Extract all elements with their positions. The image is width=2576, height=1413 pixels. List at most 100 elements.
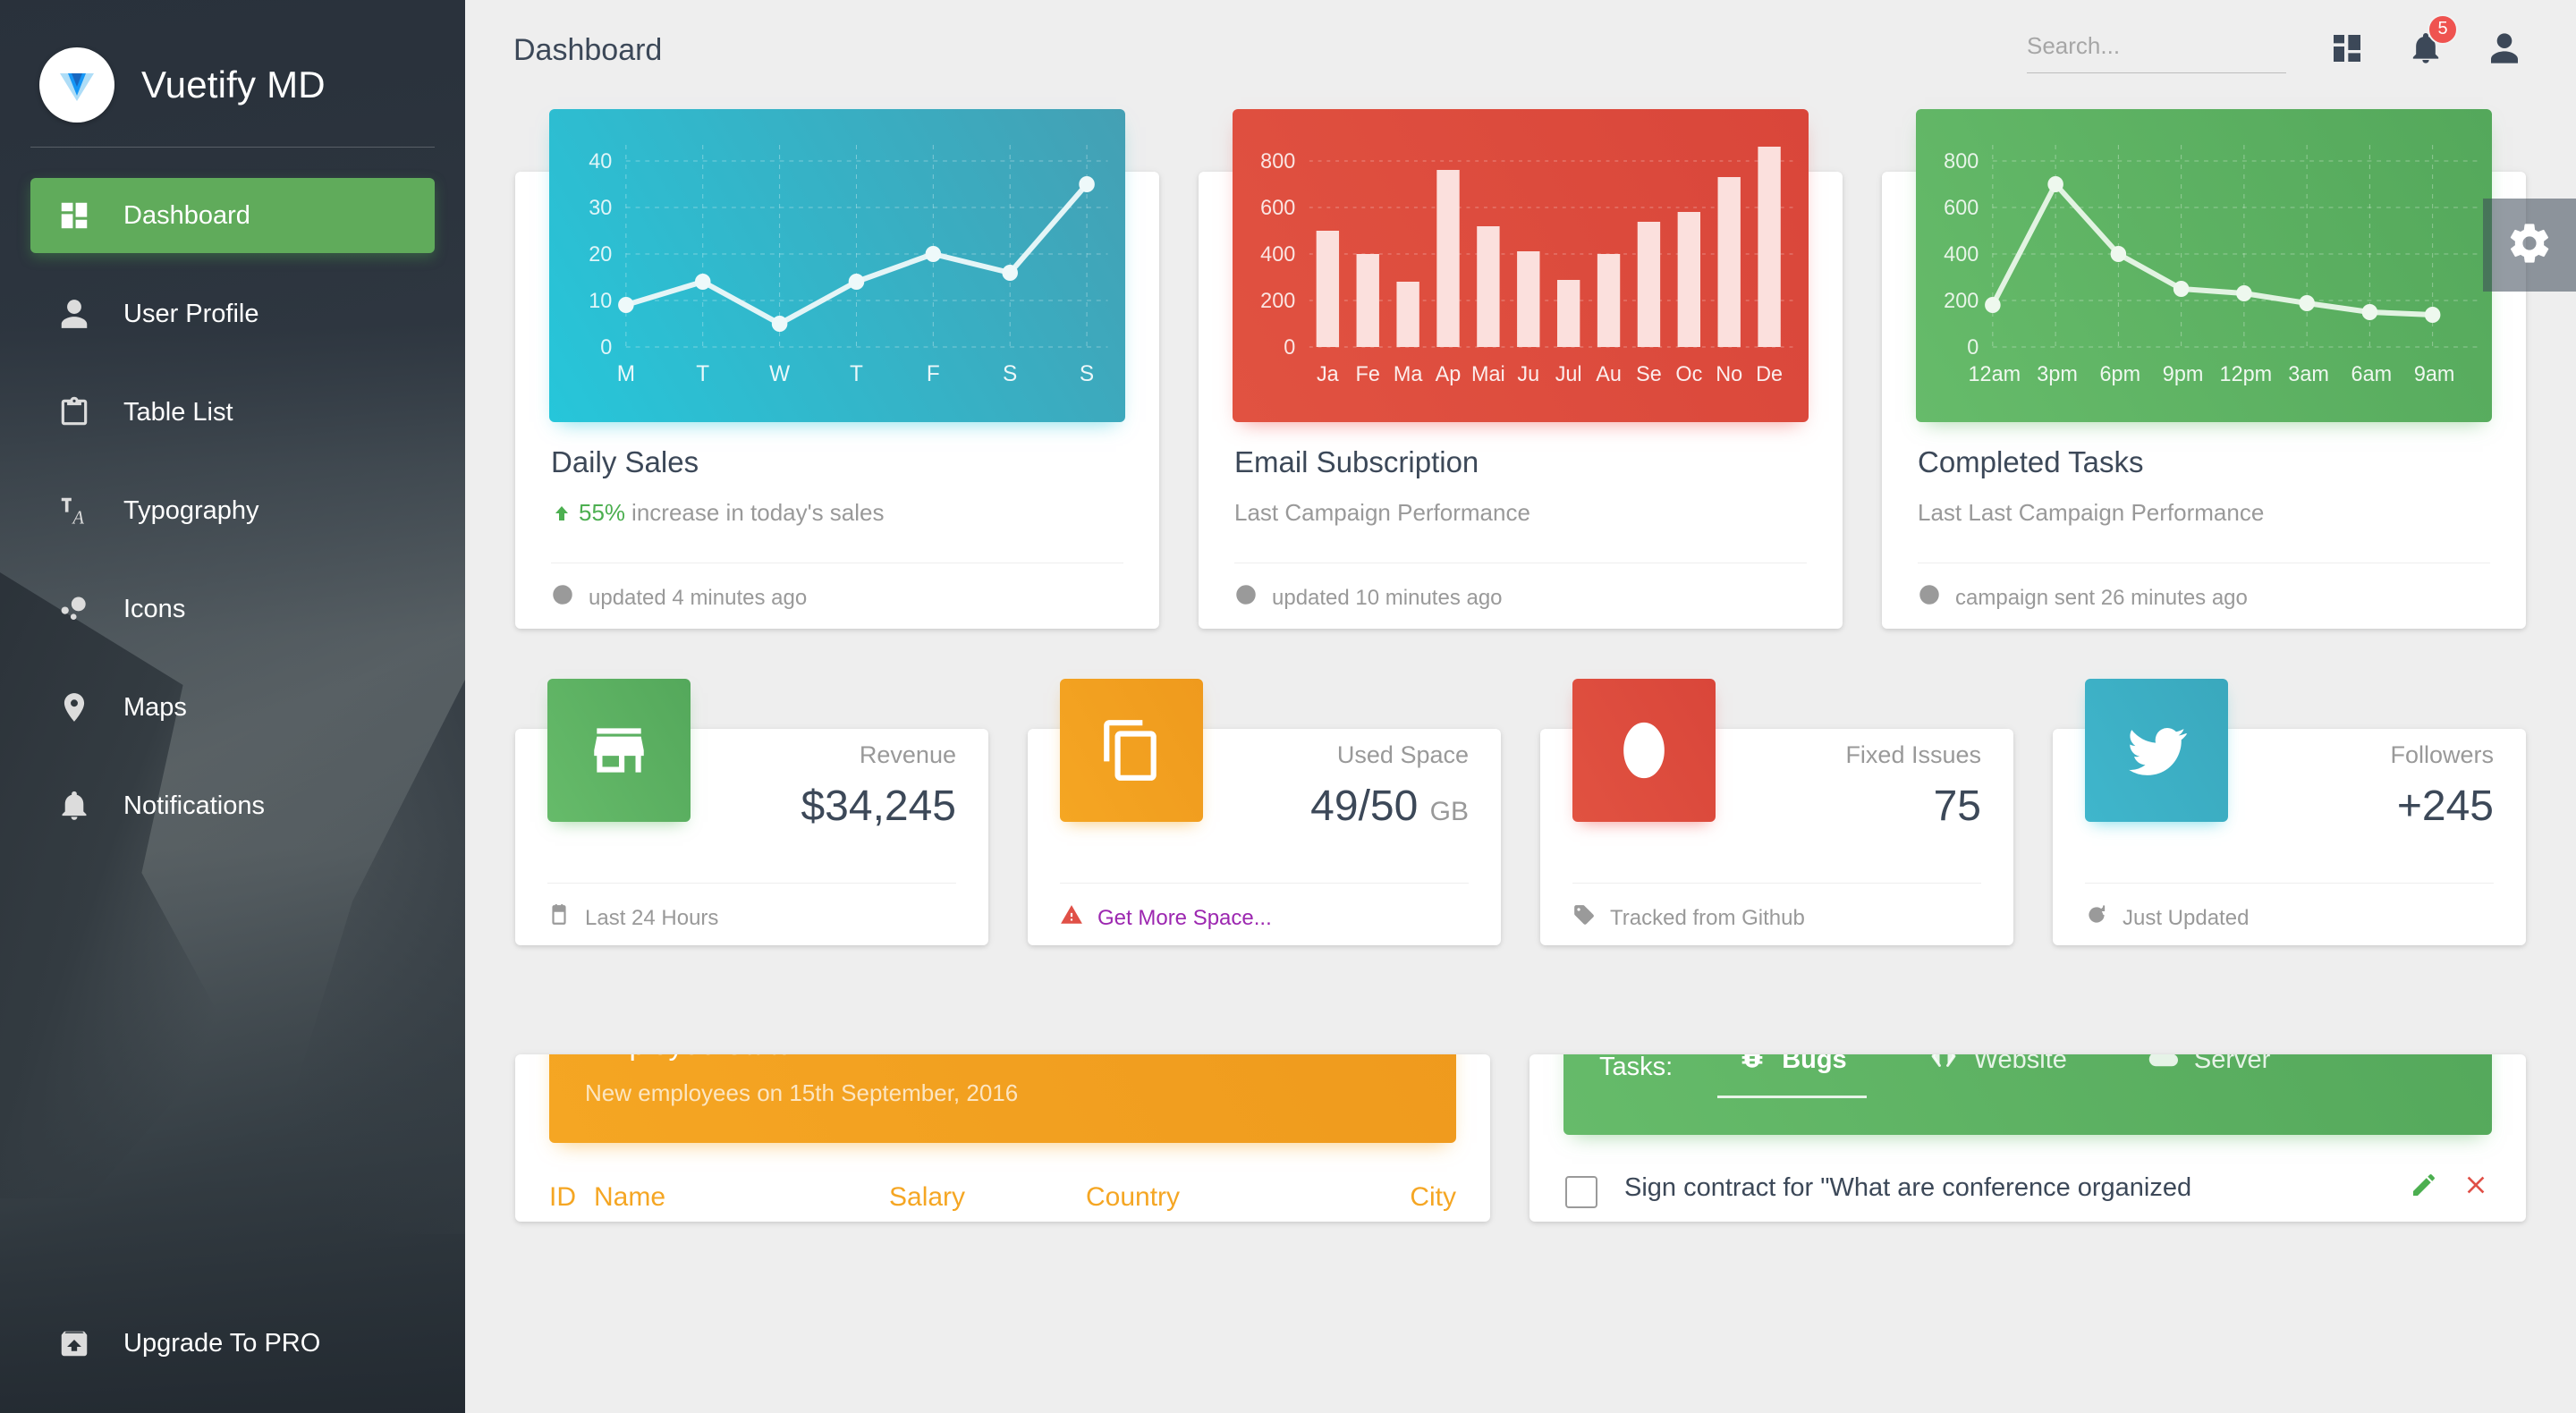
stat-footer: Tracked from Github xyxy=(1540,884,2013,933)
stat-card-row: Revenue $34,245 Last 24 Hours Used Space… xyxy=(515,679,2526,945)
person-icon xyxy=(57,297,106,331)
stat-footer: Last 24 Hours xyxy=(515,884,988,933)
svg-text:0: 0 xyxy=(600,336,612,360)
search-input[interactable] xyxy=(2027,27,2286,73)
store-icon xyxy=(547,679,691,822)
svg-text:M: M xyxy=(617,362,635,386)
notifications-button[interactable]: 5 xyxy=(2408,13,2458,71)
notification-badge: 5 xyxy=(2428,13,2458,45)
close-icon[interactable] xyxy=(2462,1171,2490,1204)
tab-website[interactable]: Website xyxy=(1908,1054,2087,1099)
sidebar-item-maps[interactable]: Maps xyxy=(30,670,435,745)
svg-text:3pm: 3pm xyxy=(2037,363,2078,386)
column-header-id[interactable]: ID xyxy=(515,1182,585,1222)
brand[interactable]: Vuetify MD xyxy=(0,0,465,132)
svg-text:T: T xyxy=(850,362,863,386)
column-header-city[interactable]: City xyxy=(1327,1182,1490,1222)
card-fixed-issues: Fixed Issues 75 Tracked from Github xyxy=(1540,679,2013,945)
column-header-salary[interactable]: Salary xyxy=(880,1182,1077,1222)
stat-number: 75 xyxy=(1933,783,1981,830)
card-daily-sales: 40 30 20 10 0 M T W T F S S Daily Sales … xyxy=(515,109,1159,629)
clock-icon xyxy=(1234,583,1258,613)
daily-sales-chart[interactable]: 40 30 20 10 0 M T W T F S S xyxy=(549,109,1125,422)
sidebar-item-user-profile[interactable]: User Profile xyxy=(30,276,435,351)
svg-text:De: De xyxy=(1756,363,1783,386)
stat-label: Used Space xyxy=(1336,741,1469,768)
main-content: Dashboard 5 xyxy=(465,0,2576,1413)
svg-text:0: 0 xyxy=(1967,336,1979,360)
stat-footer-text: Last 24 Hours xyxy=(585,905,719,930)
svg-text:9pm: 9pm xyxy=(2163,363,2204,386)
stat-label: Fixed Issues xyxy=(1845,741,1981,768)
dashboard-app: Vuetify MD Dashboard User Profile Table … xyxy=(0,0,2576,1413)
tab-label: Website xyxy=(1973,1054,2067,1074)
tab-bugs[interactable]: Bugs xyxy=(1717,1054,1867,1098)
svg-text:600: 600 xyxy=(1260,197,1295,220)
sidebar: Vuetify MD Dashboard User Profile Table … xyxy=(0,0,465,1413)
card-footer: updated 10 minutes ago xyxy=(1199,563,1843,613)
stat-label: Revenue xyxy=(859,741,956,768)
edit-icon[interactable] xyxy=(2410,1171,2438,1204)
svg-text:Jul: Jul xyxy=(1555,363,1582,386)
task-checkbox[interactable] xyxy=(1565,1176,1597,1208)
sidebar-item-label: Maps xyxy=(123,692,187,722)
completed-tasks-chart[interactable]: 800 600 400 200 0 12am 3pm 6pm 9pm 12pm … xyxy=(1916,109,2492,422)
warning-icon xyxy=(1060,903,1083,933)
svg-text:Mai: Mai xyxy=(1471,363,1505,386)
arrow-up-icon xyxy=(551,503,572,524)
apps-grid-button[interactable] xyxy=(2329,30,2365,71)
card-followers: Followers +245 Just Updated xyxy=(2053,679,2526,945)
stat-number: +245 xyxy=(2396,783,2494,830)
account-button[interactable] xyxy=(2487,30,2522,71)
svg-text:12pm: 12pm xyxy=(2220,363,2273,386)
clock-icon xyxy=(1918,583,1941,613)
tab-server[interactable]: Server xyxy=(2128,1054,2290,1099)
sidebar-item-upgrade-to-pro[interactable]: Upgrade To PRO xyxy=(30,1306,435,1381)
svg-text:200: 200 xyxy=(1260,290,1295,313)
card-footer: campaign sent 26 minutes ago xyxy=(1882,563,2526,613)
employee-table: ID Name Salary Country City xyxy=(515,1182,1490,1222)
line-chart-svg: 4030 2010 0 M T W T F S S xyxy=(589,145,1108,386)
svg-text:Ja: Ja xyxy=(1317,363,1340,386)
tag-icon xyxy=(1572,903,1596,933)
svg-text:12am: 12am xyxy=(1969,363,2021,386)
card-title: Email Subscription xyxy=(1234,445,1479,478)
stat-value: 49/50 GB xyxy=(1310,782,1469,831)
sidebar-item-typography[interactable]: A Typography xyxy=(30,473,435,548)
sidebar-item-icons[interactable]: Icons xyxy=(30,571,435,647)
svg-text:Ju: Ju xyxy=(1517,363,1539,386)
svg-text:S: S xyxy=(1080,362,1094,386)
tasks-label: Tasks: xyxy=(1599,1054,1674,1081)
sidebar-item-label: Icons xyxy=(123,594,186,623)
sidebar-footer: Upgrade To PRO xyxy=(0,1306,465,1381)
card-trend-value: 55% xyxy=(579,499,626,526)
card-subtitle-text: increase in today's sales xyxy=(631,499,885,526)
topbar: Dashboard 5 xyxy=(465,0,2576,100)
email-subscription-chart[interactable]: 800 600 400 200 0 Ja Fe Ma Ap Mai Ju Jul… xyxy=(1233,109,1809,422)
svg-text:Fe: Fe xyxy=(1356,363,1380,386)
settings-fab-button[interactable] xyxy=(2483,199,2576,292)
sidebar-item-label: Dashboard xyxy=(123,200,250,230)
card-subtitle-text: Last Last Campaign Performance xyxy=(1918,499,2265,526)
sidebar-item-notifications[interactable]: Notifications xyxy=(30,768,435,843)
refresh-icon xyxy=(2085,903,2108,933)
table-header-row: ID Name Salary Country City xyxy=(515,1182,1490,1222)
chart-card-row: 40 30 20 10 0 M T W T F S S Daily Sales … xyxy=(515,109,2526,629)
tab-label: Bugs xyxy=(1782,1054,1847,1074)
column-header-country[interactable]: Country xyxy=(1077,1182,1327,1222)
bar-chart-svg: 800600 400200 0 Ja Fe Ma Ap Mai Ju Jul A… xyxy=(1260,147,1799,386)
svg-text:Ap: Ap xyxy=(1436,363,1462,386)
card-subtitle: New employees on 15th September, 2016 xyxy=(585,1079,1019,1106)
card-tasks: Tasks: Bugs Website Server Sign contract… xyxy=(1530,1054,2526,1222)
brand-title: Vuetify MD xyxy=(141,63,326,106)
svg-text:W: W xyxy=(769,362,791,386)
column-header-name[interactable]: Name xyxy=(585,1182,880,1222)
sidebar-item-dashboard[interactable]: Dashboard xyxy=(30,178,435,253)
svg-text:9am: 9am xyxy=(2414,363,2455,386)
sidebar-item-table-list[interactable]: Table List xyxy=(30,375,435,450)
get-more-space-link[interactable]: Get More Space... xyxy=(1097,906,1272,931)
employee-stats-header: Employee Stats New employees on 15th Sep… xyxy=(549,1054,1456,1143)
stat-footer-text: Just Updated xyxy=(2123,905,2250,930)
card-title: Completed Tasks xyxy=(1918,445,2144,478)
info-icon xyxy=(1572,679,1716,822)
